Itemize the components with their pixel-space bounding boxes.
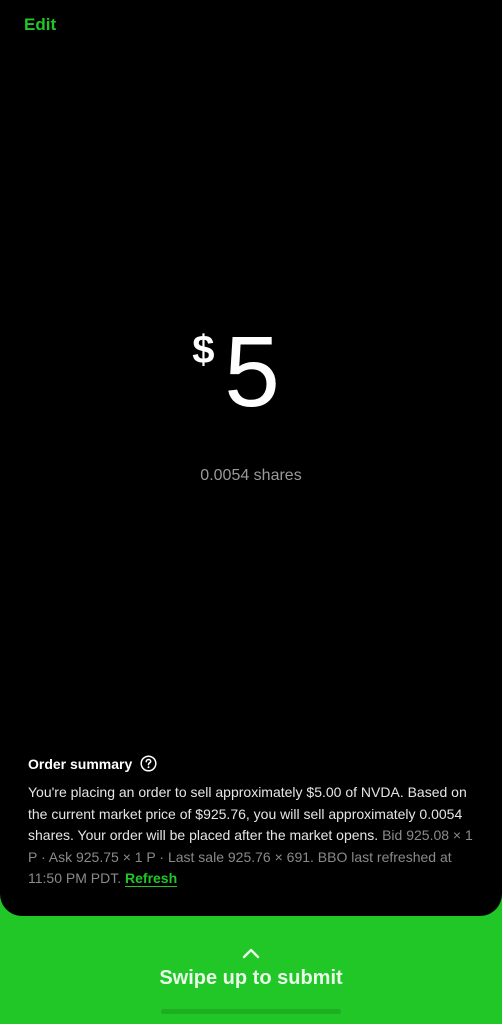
amount-value: 5 (224, 316, 280, 428)
refresh-link[interactable]: Refresh (125, 870, 178, 887)
order-summary-title: Order summary (28, 755, 133, 772)
order-amount: $ 5 (0, 322, 502, 422)
order-screen: Edit $ 5 0.0054 shares Order summary You… (0, 0, 502, 1024)
amount-group: $ 5 (192, 316, 280, 428)
edit-button[interactable]: Edit (24, 15, 56, 35)
order-summary: Order summary You're placing an order to… (28, 755, 478, 890)
order-summary-text: You're placing an order to sell approxim… (28, 782, 478, 890)
chevron-up-icon (242, 946, 260, 959)
question-circle-icon[interactable] (140, 755, 157, 772)
currency-symbol: $ (192, 328, 215, 372)
shares-estimate: 0.0054 shares (200, 467, 302, 484)
swipe-up-to-submit-label[interactable]: Swipe up to submit (0, 967, 502, 990)
order-panel: Edit $ 5 0.0054 shares Order summary You… (0, 0, 502, 916)
home-indicator (161, 1009, 341, 1014)
order-summary-header: Order summary (28, 755, 478, 772)
